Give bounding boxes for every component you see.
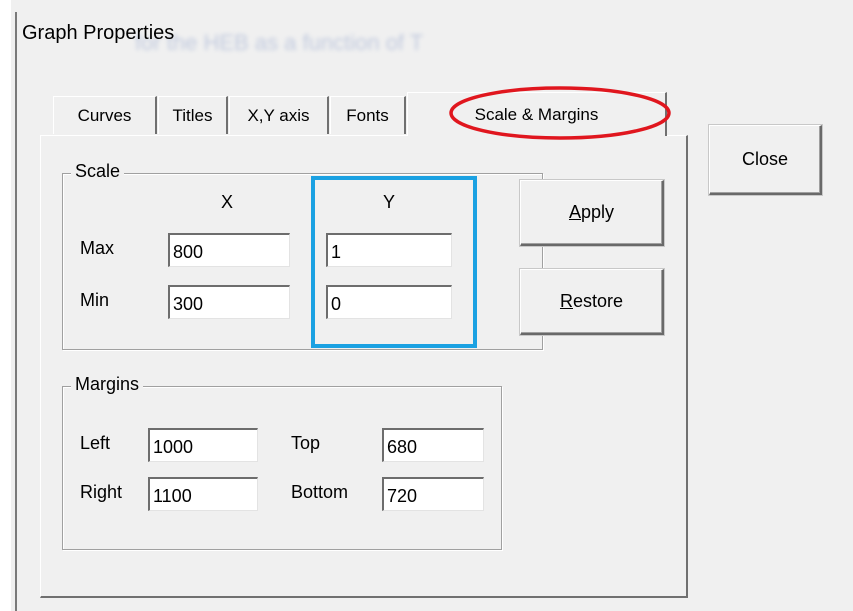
background-window-text: for the HEB as a function of T: [135, 30, 424, 55]
margin-left-input[interactable]: [148, 428, 258, 462]
scale-x-max-input[interactable]: [168, 233, 290, 267]
margin-left-label: Left: [80, 433, 111, 453]
scale-legend: Scale: [71, 161, 125, 182]
margin-bottom-label: Bottom: [291, 482, 349, 502]
restore-button[interactable]: Restore: [520, 269, 664, 335]
tab-xy-axis[interactable]: X,Y axis: [229, 96, 329, 134]
scale-x-column-header: X: [221, 192, 234, 212]
margins-group: Margins: [62, 374, 502, 550]
tab-scale-margins[interactable]: Scale & Margins: [407, 92, 667, 136]
dialog-title: Graph Properties: [22, 22, 175, 44]
window-border: [15, 12, 17, 611]
scale-group: Scale: [62, 161, 543, 350]
margin-right-label: Right: [80, 482, 123, 502]
apply-button[interactable]: Apply: [520, 180, 664, 246]
scale-x-min-input[interactable]: [168, 285, 290, 319]
tab-titles[interactable]: Titles: [158, 96, 228, 134]
scale-min-label: Min: [80, 290, 110, 310]
scale-max-label: Max: [80, 238, 115, 258]
margin-top-label: Top: [291, 433, 321, 453]
scale-y-max-input[interactable]: [326, 233, 452, 267]
tab-fonts[interactable]: Fonts: [330, 96, 406, 134]
scale-y-column-header: Y: [383, 192, 396, 212]
close-button[interactable]: Close: [709, 125, 822, 195]
margins-legend: Margins: [71, 374, 144, 395]
margin-bottom-input[interactable]: [382, 477, 484, 511]
margin-top-input[interactable]: [382, 428, 484, 462]
margin-right-input[interactable]: [148, 477, 258, 511]
tab-curves[interactable]: Curves: [53, 96, 157, 134]
scale-y-min-input[interactable]: [326, 285, 452, 319]
